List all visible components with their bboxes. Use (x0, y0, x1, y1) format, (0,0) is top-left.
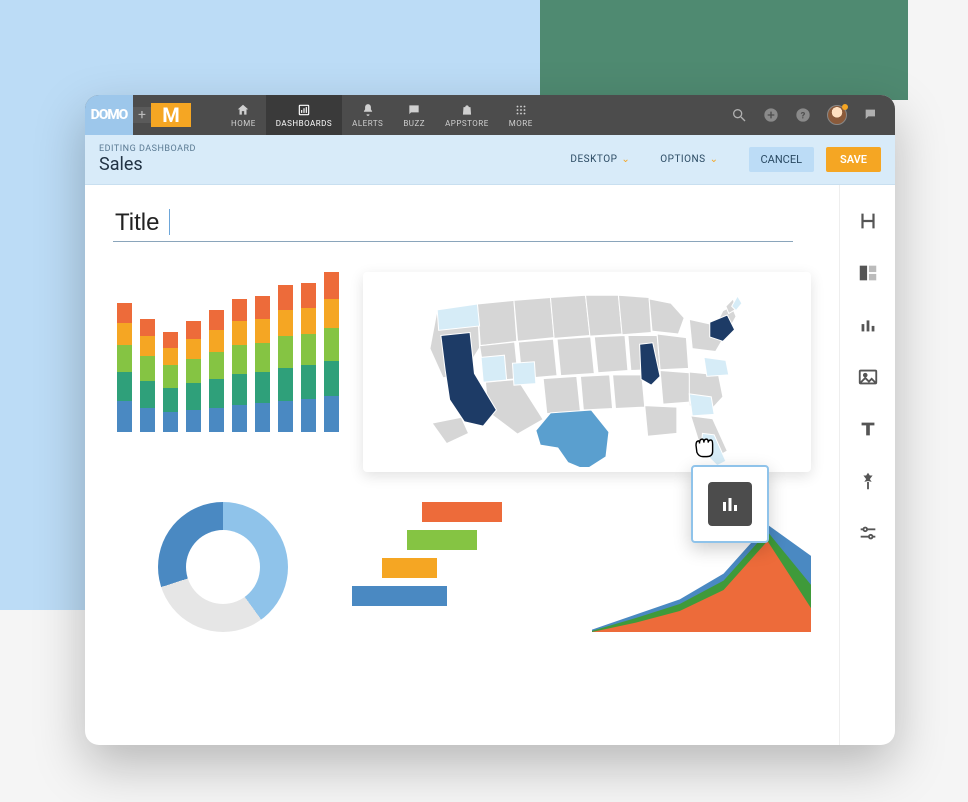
search-icon[interactable] (731, 107, 747, 123)
bar (186, 321, 201, 432)
grid-icon (514, 103, 528, 117)
hbar (407, 530, 477, 550)
avatar[interactable] (827, 105, 847, 125)
bar (117, 303, 132, 432)
nav-alerts[interactable]: ALERTS (342, 95, 393, 135)
widget-us-map[interactable] (363, 272, 811, 472)
dashboard-canvas[interactable] (85, 185, 839, 745)
nav-home[interactable]: HOME (221, 95, 266, 135)
svg-text:?: ? (801, 110, 806, 121)
bar (140, 319, 155, 432)
nav-label: DASHBOARDS (276, 119, 332, 128)
nav-label: HOME (231, 119, 256, 128)
nav-right: ? (731, 95, 895, 135)
bar (255, 296, 270, 432)
widget-grid (113, 272, 811, 642)
nav-label: ALERTS (352, 119, 383, 128)
nav-label: APPSTORE (445, 119, 489, 128)
nav-appstore[interactable]: APPSTORE (435, 95, 499, 135)
dashboard-title-input[interactable] (113, 205, 793, 242)
editing-label: EDITING DASHBOARD (99, 144, 196, 154)
bar (209, 310, 224, 432)
nav-buzz[interactable]: BUZZ (393, 95, 435, 135)
widget-stacked-bar[interactable] (113, 272, 343, 472)
workspace-badge[interactable]: M (151, 103, 191, 127)
save-button[interactable]: SAVE (826, 147, 881, 172)
top-navbar: DOMO + M HOME DASHBOARDS ALERTS BUZZ (85, 95, 895, 135)
rail-text[interactable] (856, 417, 880, 441)
tool-rail (839, 185, 895, 745)
add-icon[interactable] (763, 107, 779, 123)
chevron-down-icon: ⌄ (710, 154, 719, 165)
nav-label: BUZZ (403, 119, 425, 128)
widget-donut[interactable] (113, 492, 332, 642)
nav-dashboards[interactable]: DASHBOARDS (266, 95, 342, 135)
bag-icon (460, 103, 474, 117)
home-icon (236, 103, 250, 117)
hbar (352, 586, 447, 606)
help-icon[interactable]: ? (795, 107, 811, 123)
drag-chart-chip[interactable] (691, 465, 769, 543)
brand-block: DOMO + M (85, 95, 191, 135)
rail-header[interactable] (856, 209, 880, 233)
rail-chart[interactable] (856, 313, 880, 337)
rail-image[interactable] (856, 365, 880, 389)
workspace-add[interactable]: + (133, 107, 151, 123)
us-map-icon (407, 277, 767, 467)
bar (232, 299, 247, 432)
bar (301, 283, 316, 432)
editing-subheader: EDITING DASHBOARD Sales DESKTOP ⌄ OPTION… (85, 135, 895, 185)
rail-layout[interactable] (856, 261, 880, 285)
subheader-left: EDITING DASHBOARD Sales (99, 144, 196, 175)
dashboards-icon (297, 103, 311, 117)
dashboard-name: Sales (99, 154, 196, 175)
brand-logo[interactable]: DOMO (85, 95, 133, 135)
widget-hbars[interactable] (352, 492, 571, 642)
options-dropdown[interactable]: OPTIONS ⌄ (660, 154, 718, 165)
nav-items: HOME DASHBOARDS ALERTS BUZZ APPSTORE MOR… (221, 95, 543, 135)
decorative-bg-green (528, 0, 908, 100)
rail-filter[interactable] (856, 469, 880, 493)
chat-icon (407, 103, 421, 117)
view-mode-label: DESKTOP (570, 154, 617, 165)
hbar (382, 558, 437, 578)
bar (324, 272, 339, 432)
hbar (422, 502, 502, 522)
donut-chart (158, 502, 288, 632)
bar (278, 285, 293, 432)
body-area (85, 185, 895, 745)
options-label: OPTIONS (660, 154, 705, 165)
app-window: DOMO + M HOME DASHBOARDS ALERTS BUZZ (85, 95, 895, 745)
text-caret (169, 209, 170, 235)
view-mode-dropdown[interactable]: DESKTOP ⌄ (570, 154, 630, 165)
bell-icon (361, 103, 375, 117)
rail-settings[interactable] (856, 521, 880, 545)
messages-icon[interactable] (863, 107, 879, 123)
chart-icon (708, 482, 752, 526)
cancel-button[interactable]: CANCEL (749, 147, 815, 172)
nav-label: MORE (509, 119, 533, 128)
bar (163, 332, 178, 432)
chevron-down-icon: ⌄ (621, 154, 630, 165)
nav-more[interactable]: MORE (499, 95, 543, 135)
